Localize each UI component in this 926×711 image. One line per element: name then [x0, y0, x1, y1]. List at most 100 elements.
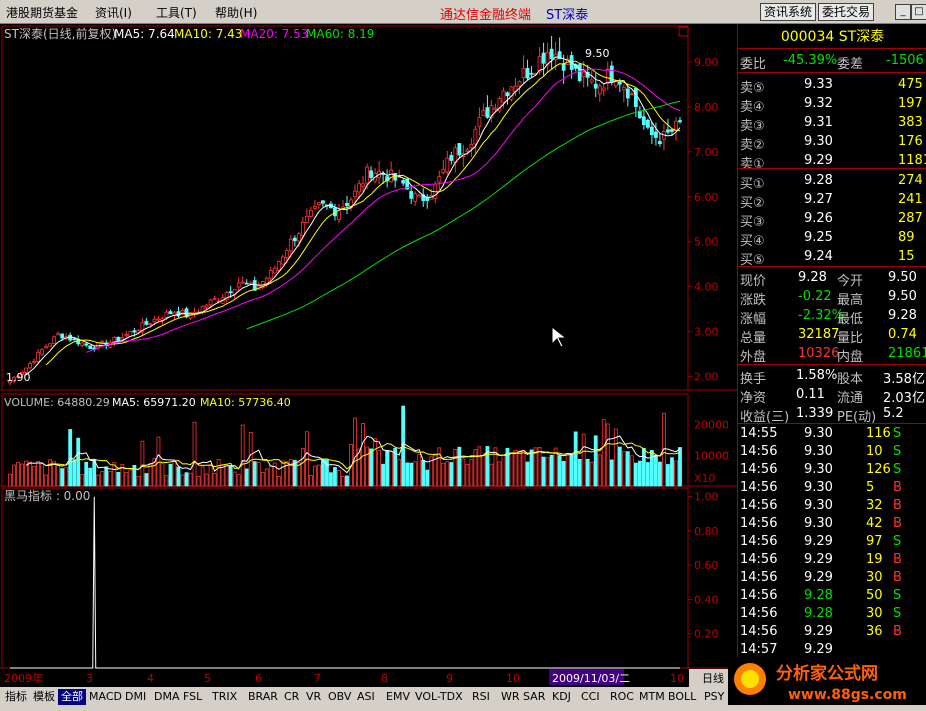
price-axis-tick: 9.00: [694, 56, 719, 69]
tab-cr[interactable]: CR: [281, 689, 302, 705]
volume-bar: [501, 454, 506, 487]
tick-price: 9.30: [804, 480, 833, 495]
minimize-button[interactable]: _: [895, 4, 911, 20]
candle-body: [212, 298, 217, 301]
tab-cci[interactable]: CCI: [578, 689, 603, 705]
volume-bar: [196, 476, 201, 487]
tab-trix[interactable]: TRIX: [209, 689, 240, 705]
menu-info[interactable]: 资讯(I): [95, 4, 132, 21]
date-label-sep: 9: [446, 672, 453, 685]
volume-bar: [565, 453, 570, 487]
restore-button[interactable]: □: [911, 4, 926, 20]
tab-psy[interactable]: PSY: [701, 689, 727, 705]
tab-[interactable]: 模板: [30, 689, 58, 705]
candle-body: [236, 282, 241, 288]
tab-obv[interactable]: OBV: [325, 689, 354, 705]
candle-body: [501, 90, 506, 103]
tab-kdj[interactable]: KDJ: [549, 689, 574, 705]
tab-dma[interactable]: DMA: [151, 689, 183, 705]
tick-volume: 30: [866, 570, 883, 585]
ma10-line: [45, 60, 681, 366]
volume-bar: [569, 453, 574, 487]
tab-mtm[interactable]: MTM: [636, 689, 668, 705]
ma60-label: MA60: 8.19: [306, 27, 374, 41]
tab-dmi[interactable]: DMI: [122, 689, 149, 705]
date-label-oct-end: 10: [670, 672, 684, 685]
tick-row: 14:55 9.30 116 S: [738, 425, 926, 444]
tick-row: 14:56 9.28 50 S: [738, 587, 926, 606]
candle-body: [549, 48, 554, 59]
candle-body: [369, 170, 373, 178]
candle-body: [56, 333, 61, 336]
tick-row: 14:56 9.28 30 S: [738, 605, 926, 624]
candle-body: [48, 343, 53, 347]
tick-price: 9.28: [804, 588, 833, 603]
sell-price: 9.33: [804, 77, 833, 92]
tab-emv[interactable]: EMV: [383, 689, 413, 705]
volume-ma5-label: MA5: 65971.20: [112, 396, 196, 409]
stat-value: 9.50: [888, 270, 917, 285]
sell-level-label: 卖③: [740, 119, 765, 134]
tab-fsl[interactable]: FSL: [180, 689, 205, 705]
tab-boll[interactable]: BOLL: [665, 689, 699, 705]
candle-body: [361, 183, 365, 187]
stat-label: 总量: [740, 331, 767, 346]
tab-sar[interactable]: SAR: [520, 689, 548, 705]
fin-value: 3.58亿: [883, 372, 925, 387]
candle-body: [152, 318, 157, 323]
price-axis-tick: 2.00: [694, 371, 719, 384]
candle-body: [304, 215, 309, 223]
candle-body: [481, 110, 486, 117]
volume-bar: [100, 471, 105, 487]
fin-label: 股本: [837, 372, 864, 387]
candle-body: [80, 342, 85, 346]
volume-bars: [8, 405, 682, 487]
fin-label: 换手: [740, 372, 767, 387]
tab-rsi[interactable]: RSI: [469, 689, 493, 705]
tick-row: 14:56 9.30 42 B: [738, 515, 926, 534]
tab-macd[interactable]: MACD: [86, 689, 125, 705]
chart-title: ST深泰(日线,前复权): [4, 26, 116, 41]
candle-body: [601, 87, 606, 91]
tab-asi[interactable]: ASI: [354, 689, 378, 705]
tab-voltdx[interactable]: VOL-TDX: [412, 689, 466, 705]
sell-level-label: 卖④: [740, 100, 765, 115]
volume-bar: [413, 461, 418, 487]
tab-[interactable]: 全部: [58, 689, 86, 705]
fin-value: 2.03亿: [883, 391, 925, 406]
info-system-button[interactable]: 资讯系统: [760, 3, 817, 21]
volume-bar: [465, 464, 470, 487]
volume-bar: [228, 465, 233, 487]
volume-bar: [417, 454, 422, 487]
tick-time: 14:56: [740, 552, 778, 567]
tab-roc[interactable]: ROC: [607, 689, 637, 705]
candle-body: [633, 88, 638, 108]
buy-level-row: 买④ 9.25 89: [738, 229, 926, 249]
volume-bar: [172, 459, 177, 487]
buy-level-label: 买②: [740, 196, 765, 211]
tab-vr[interactable]: VR: [303, 689, 324, 705]
chart-menu-icon[interactable]: [678, 26, 689, 37]
menu-tools[interactable]: 工具(T): [156, 4, 197, 21]
volume-bar: [160, 463, 165, 487]
tab-brar[interactable]: BRAR: [245, 689, 281, 705]
volume-bar: [300, 448, 305, 487]
menu-hk-futures[interactable]: 港股期货基金: [6, 4, 78, 21]
candle-body: [561, 63, 566, 71]
volume-bar: [136, 475, 141, 487]
candle-body: [88, 345, 93, 350]
tab-[interactable]: 指标: [2, 689, 30, 705]
candle-body: [521, 68, 526, 78]
volume-bar: [461, 458, 466, 487]
period-label[interactable]: 日线: [702, 671, 724, 685]
volume-bar: [40, 463, 44, 487]
candle-body: [204, 304, 209, 308]
menu-help[interactable]: 帮助(H): [215, 4, 257, 21]
volume-ma10-label: MA10: 57736.40: [200, 396, 291, 409]
tab-wr[interactable]: WR: [498, 689, 523, 705]
sell-volume: 176: [898, 134, 923, 149]
chart-area[interactable]: 9.008.007.006.005.004.003.002.0020000100…: [0, 24, 737, 687]
trade-button[interactable]: 委托交易: [818, 3, 875, 21]
volume-bar: [658, 461, 662, 487]
volume-bar: [513, 449, 518, 487]
